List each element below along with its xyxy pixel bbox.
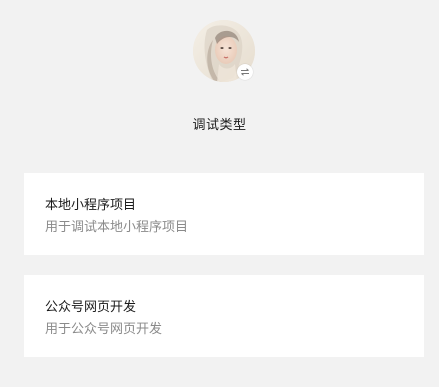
avatar-container[interactable]	[193, 20, 255, 82]
option-description: 用于公众号网页开发	[45, 322, 163, 337]
option-local-miniprogram[interactable]: 本地小程序项目 用于调试本地小程序项目	[24, 173, 424, 255]
option-title: 公众号网页开发	[45, 300, 137, 315]
option-official-account-web[interactable]: 公众号网页开发 用于公众号网页开发	[24, 275, 424, 357]
switch-arrows-icon	[241, 68, 249, 76]
page-title: 调试类型	[192, 118, 247, 133]
option-title: 本地小程序项目	[45, 198, 137, 213]
option-description: 用于调试本地小程序项目	[45, 220, 189, 235]
switch-badge[interactable]	[237, 64, 253, 80]
